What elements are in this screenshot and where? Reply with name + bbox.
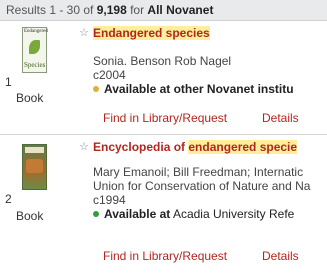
results-scope: All Novanet <box>147 3 214 17</box>
result-title-link[interactable]: Encyclopedia of endangered specie <box>93 140 298 154</box>
availability-dot-icon <box>93 211 99 217</box>
cover-title-text: Endangered <box>24 29 48 34</box>
availability-status: Available at Acadia University Refe <box>93 207 294 221</box>
results-total: 9,198 <box>96 3 127 17</box>
availability-status: Available at other Novanet institu <box>93 82 294 96</box>
availability-dot-icon <box>93 86 99 92</box>
star-icon[interactable]: ☆ <box>79 140 89 153</box>
find-in-library-link[interactable]: Find in Library/Request <box>103 111 227 125</box>
book-cover-thumbnail[interactable] <box>22 144 47 190</box>
details-link[interactable]: Details <box>262 249 299 263</box>
result-number: 1 <box>5 75 12 89</box>
authors-continued: Union for Conservation of Nature and Na <box>93 179 311 193</box>
result-title-link[interactable]: Endangered species <box>93 26 210 40</box>
find-in-library-link[interactable]: Find in Library/Request <box>103 249 227 263</box>
results-summary-bar: Results 1 - 30 of 9,198 for All Novanet <box>0 0 327 21</box>
title-text: Encyclopedia of <box>93 140 189 154</box>
authors: Mary Emanoil; Bill Freedman; Internatic <box>93 165 304 179</box>
result-item: 1 Endangered Species Book ☆ Endangered s… <box>0 21 327 134</box>
format-label: Book <box>16 209 44 223</box>
availability-location: Acadia University Refe <box>170 207 295 221</box>
publication-date: c1994 <box>93 193 126 207</box>
results-summary: Results 1 - 30 of 9,198 for All Novanet <box>0 3 213 17</box>
publication-date: c2004 <box>93 68 126 82</box>
book-cover-thumbnail[interactable]: Endangered Species <box>22 27 48 73</box>
results-range: Results 1 - 30 of <box>6 3 97 17</box>
result-divider <box>0 134 327 135</box>
cover-label-text: Species <box>24 61 46 69</box>
availability-label: Available at <box>104 207 171 221</box>
title-highlight: Endangered species <box>93 26 210 40</box>
availability-label: Available at other Novanet institu <box>104 82 294 96</box>
details-link[interactable]: Details <box>262 111 299 125</box>
title-highlight: endangered specie <box>188 140 298 154</box>
cover-art <box>26 159 43 173</box>
result-item: 2 Book ☆ Encyclopedia of endangered spec… <box>0 137 327 274</box>
results-for: for <box>126 3 148 17</box>
result-number: 2 <box>5 192 12 206</box>
cover-art <box>25 147 44 153</box>
format-label: Book <box>16 91 44 105</box>
cover-art <box>29 40 40 54</box>
star-icon[interactable]: ☆ <box>79 26 89 39</box>
authors: Sonia. Benson Rob Nagel <box>93 54 232 68</box>
